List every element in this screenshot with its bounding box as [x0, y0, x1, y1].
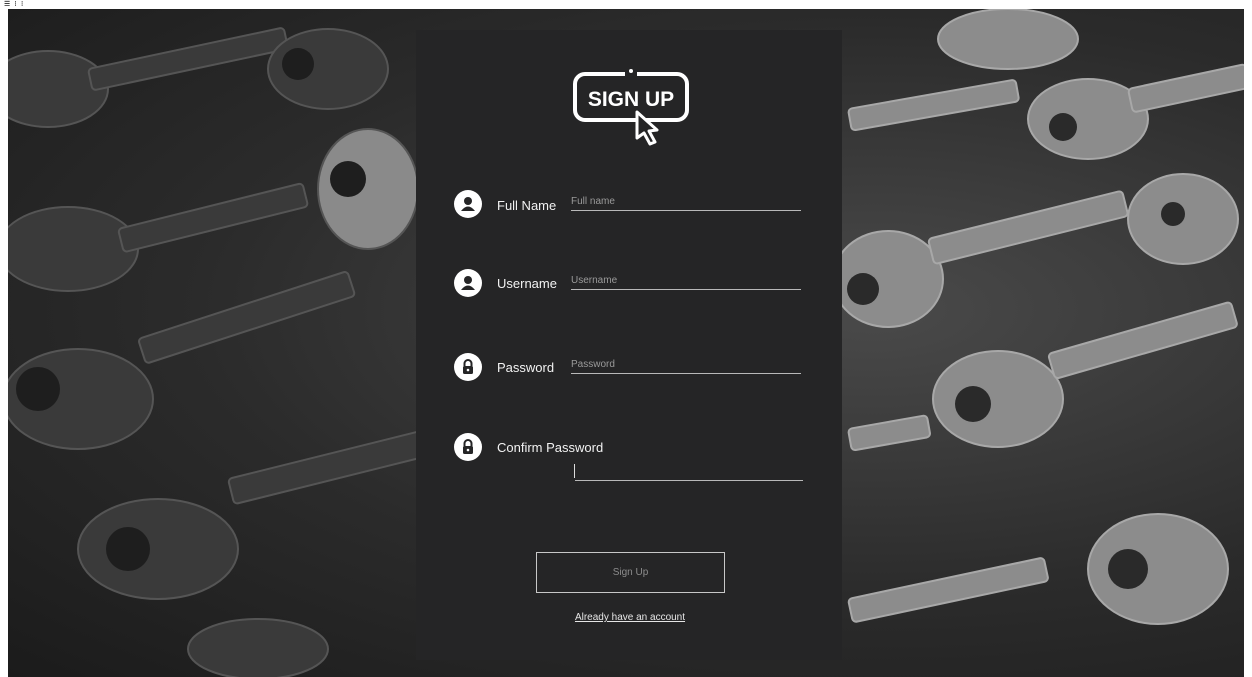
full-name-input[interactable]: [571, 196, 801, 211]
username-input[interactable]: [571, 275, 801, 290]
user-icon: [454, 269, 482, 297]
window-control-icon[interactable]: ☰ ⁞ ⁞: [4, 1, 24, 8]
title-bar: ☰ ⁞ ⁞: [0, 0, 1252, 9]
username-label: Username: [497, 276, 557, 291]
lock-icon: [454, 353, 482, 381]
user-icon: [454, 190, 482, 218]
signup-logo: SIGN UP: [571, 68, 691, 148]
text-caret: [574, 464, 575, 478]
logo-text: SIGN UP: [588, 88, 674, 111]
password-label: Password: [497, 360, 555, 375]
sign-up-button[interactable]: Sign Up: [536, 552, 725, 593]
confirm-password-label: Confirm Password: [497, 440, 604, 455]
full-name-label: Full Name: [497, 198, 557, 213]
already-have-account-link[interactable]: Already have an account: [416, 612, 844, 623]
confirm-password-input[interactable]: [575, 466, 803, 481]
password-input[interactable]: [571, 359, 801, 374]
lock-icon: [454, 433, 482, 461]
signup-panel: SIGN UP Full Name Username Password: [416, 30, 842, 660]
